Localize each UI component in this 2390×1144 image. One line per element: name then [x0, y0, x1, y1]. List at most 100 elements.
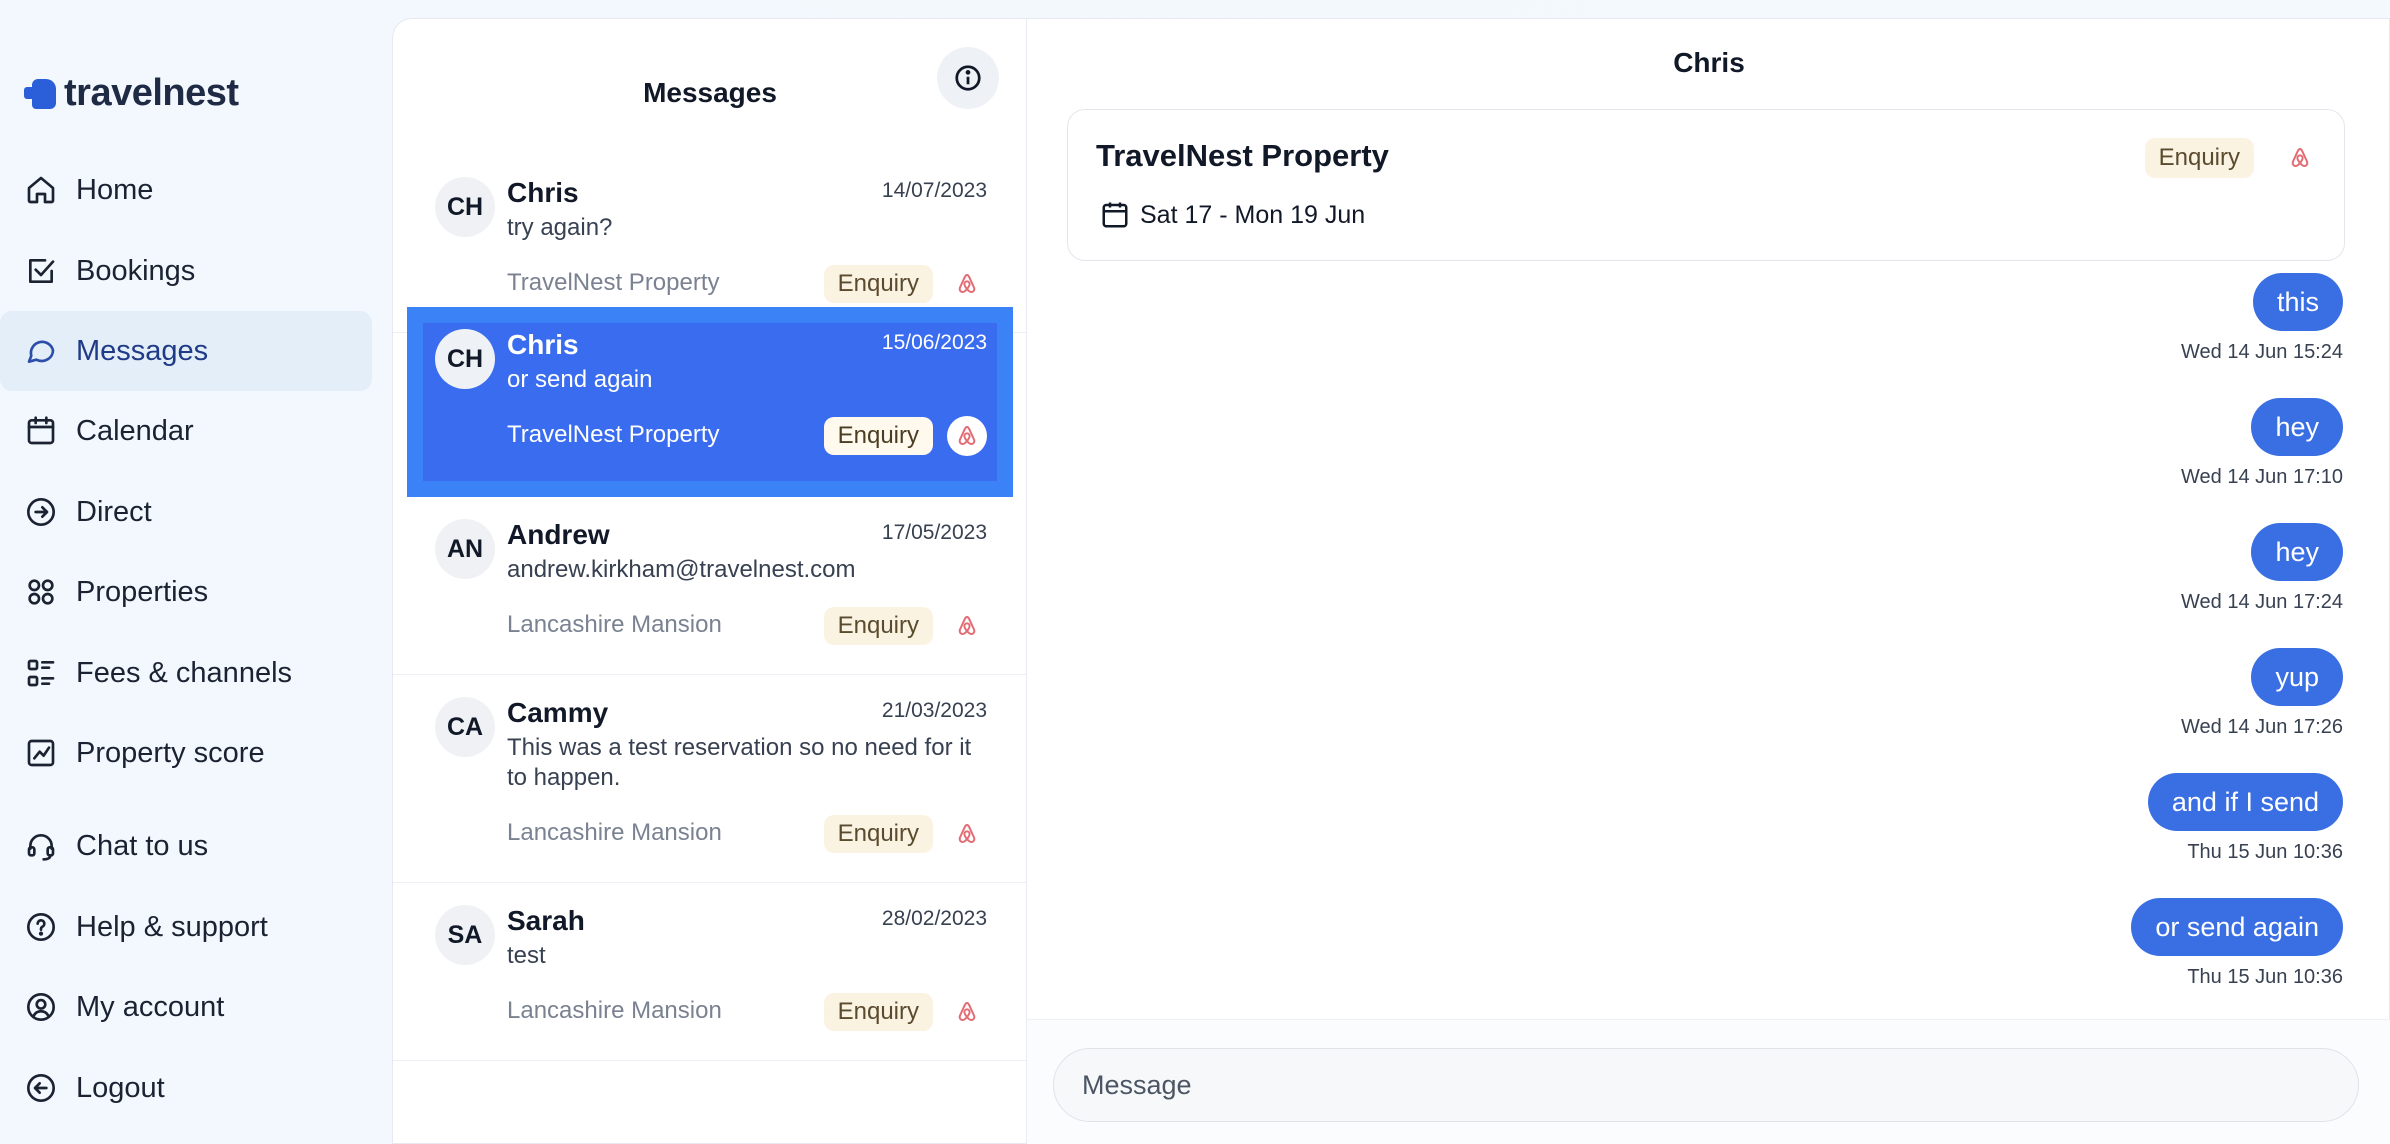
sidebar-item-label: Bookings — [76, 254, 196, 287]
sidebar-item-logout[interactable]: Logout — [0, 1048, 372, 1128]
property-name: Lancashire Mansion — [507, 997, 722, 1024]
avatar: AN — [435, 519, 495, 579]
conversation-item[interactable]: CA Cammy 21/03/2023 This was a test rese… — [393, 675, 1027, 883]
message-time: Wed 14 Jun 17:24 — [2181, 591, 2343, 613]
sidebar-item-label: Messages — [76, 334, 209, 367]
message: hey Wed 14 Jun 17:24 — [2181, 523, 2343, 614]
booking-dates-text: Sat 17 - Mon 19 Jun — [1140, 200, 1366, 229]
message-bubble: this — [2252, 273, 2343, 331]
booking-dates: Sat 17 - Mon 19 Jun — [1100, 200, 1365, 230]
message: and if I send Thu 15 Jun 10:36 — [2147, 773, 2343, 864]
user-circle-icon — [24, 990, 58, 1024]
calendar-icon — [24, 414, 58, 448]
contact-name: Chris — [507, 177, 579, 208]
sidebar-item-home[interactable]: Home — [0, 150, 372, 230]
logout-icon — [24, 1071, 58, 1105]
sidebar-item-calendar[interactable]: Calendar — [0, 391, 372, 471]
conversation-date: 14/07/2023 — [881, 179, 987, 202]
airbnb-icon — [947, 264, 987, 304]
sidebar-item-label: Chat to us — [76, 829, 209, 862]
property-card: TravelNest Property Enquiry Sat 17 - Mon… — [1067, 109, 2345, 261]
conversation-item-selected[interactable]: CH Chris 15/06/2023 or send again Travel… — [407, 307, 1013, 497]
conversation-list-title: Messages — [643, 77, 777, 108]
sidebar-item-label: Calendar — [76, 414, 194, 447]
message: this Wed 14 Jun 15:24 — [2181, 273, 2343, 364]
airbnb-icon — [947, 992, 987, 1032]
status-badge: Enquiry — [823, 607, 933, 645]
conversation-item[interactable]: SA Sarah 28/02/2023 test Lancashire Mans… — [393, 883, 1027, 1061]
contact-name: Andrew — [507, 519, 610, 550]
property-name: Lancashire Mansion — [507, 611, 722, 638]
logo[interactable]: travelnest — [24, 72, 239, 115]
chat-title: Chris — [1673, 47, 1745, 78]
message-preview: andrew.kirkham@travelnest.com — [507, 556, 856, 583]
sidebar-item-property-score[interactable]: Property score — [0, 713, 372, 793]
status-badge: Enquiry — [823, 815, 933, 853]
headset-icon — [24, 829, 58, 863]
sidebar-item-label: Property score — [76, 736, 265, 769]
message-input[interactable] — [1053, 1048, 2359, 1122]
message-time: Wed 14 Jun 17:10 — [2181, 466, 2343, 488]
sidebar-item-label: Help & support — [76, 910, 268, 943]
logo-mark-icon — [24, 77, 56, 111]
sidebar-item-label: Home — [76, 173, 154, 206]
grid-icon — [24, 575, 58, 609]
logo-text: travelnest — [64, 72, 239, 114]
message-bubble: yup — [2251, 648, 2343, 706]
message-time: Wed 14 Jun 15:24 — [2181, 341, 2343, 363]
message-time: Thu 15 Jun 10:36 — [2187, 966, 2343, 988]
airbnb-icon — [2280, 138, 2320, 178]
chart-icon — [24, 736, 58, 770]
chat-bubble-icon — [24, 334, 58, 368]
sidebar-item-bookings[interactable]: Bookings — [0, 231, 372, 311]
conversation-list-panel: Messages CH Chris 14/07/2023 try again? … — [392, 18, 1027, 1144]
airbnb-icon — [947, 814, 987, 854]
message-preview: try again? — [507, 214, 613, 241]
contact-name: Chris — [507, 329, 579, 360]
airbnb-icon — [947, 416, 987, 456]
sidebar-item-messages[interactable]: Messages — [0, 311, 372, 391]
property-name: Lancashire Mansion — [507, 819, 722, 846]
message: hey Wed 14 Jun 17:10 — [2181, 398, 2343, 489]
message-preview: test — [507, 942, 546, 969]
conversation-date: 17/05/2023 — [881, 521, 987, 544]
avatar: SA — [435, 905, 495, 965]
help-icon — [24, 910, 58, 944]
info-button[interactable] — [937, 47, 999, 109]
sidebar-item-help-support[interactable]: Help & support — [0, 887, 372, 967]
message-bubble: and if I send — [2147, 773, 2343, 831]
sidebar-item-fees-channels[interactable]: Fees & channels — [0, 633, 372, 713]
sidebar-item-chat-to-us[interactable]: Chat to us — [0, 806, 372, 886]
conversation-date: 28/02/2023 — [881, 907, 987, 930]
conversation-date: 21/03/2023 — [881, 699, 987, 722]
sidebar-item-label: Direct — [76, 495, 152, 528]
message-time: Thu 15 Jun 10:36 — [2187, 841, 2343, 863]
message: or send again Thu 15 Jun 10:36 — [2131, 898, 2343, 989]
conversation-date: 15/06/2023 — [881, 331, 987, 354]
sidebar-item-label: Fees & channels — [76, 656, 293, 689]
sidebar-item-direct[interactable]: Direct — [0, 472, 372, 552]
sidebar-item-my-account[interactable]: My account — [0, 967, 372, 1047]
contact-name: Cammy — [507, 697, 609, 728]
chat-panel: Chris TravelNest Property Enquiry Sat 17… — [1026, 18, 2390, 1144]
calendar-icon — [1102, 202, 1128, 228]
message-bubble: hey — [2251, 523, 2343, 581]
sidebar-item-label: Logout — [76, 1071, 165, 1104]
sidebar-item-label: Properties — [76, 575, 209, 608]
status-badge: Enquiry — [823, 993, 933, 1031]
message-bubble: hey — [2251, 398, 2343, 456]
arrow-circle-icon — [24, 495, 58, 529]
contact-name: Sarah — [507, 905, 585, 936]
sidebar: travelnest Home Bookings Messages Calend… — [0, 0, 392, 1144]
list-icon — [24, 656, 58, 690]
checkbox-icon — [24, 254, 58, 288]
home-icon — [24, 173, 58, 207]
message-preview: This was a test reservation so no need f… — [507, 734, 972, 791]
message: yup Wed 14 Jun 17:26 — [2181, 648, 2343, 739]
info-icon — [955, 65, 981, 91]
sidebar-item-properties[interactable]: Properties — [0, 552, 372, 632]
sidebar-item-label: My account — [76, 990, 225, 1023]
composer-area — [1027, 1019, 2390, 1144]
conversation-item[interactable]: AN Andrew 17/05/2023 andrew.kirkham@trav… — [393, 497, 1027, 675]
status-badge: Enquiry — [2144, 138, 2254, 178]
